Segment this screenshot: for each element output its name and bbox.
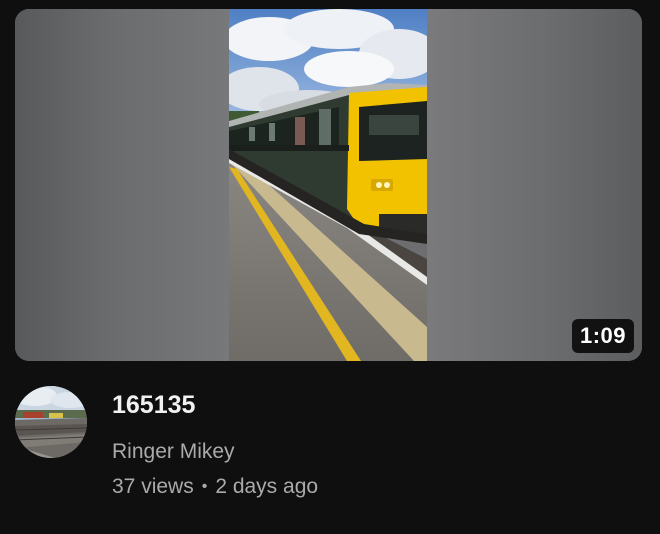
channel-avatar[interactable] (15, 386, 87, 458)
train-photo-icon (229, 9, 427, 361)
video-card[interactable]: 1:09 165135 Ringer Mikey 37 views • 2 days… (0, 0, 660, 534)
view-count: 37 views (112, 475, 194, 498)
video-thumbnail[interactable]: 1:09 (15, 9, 642, 361)
video-stats: 37 views • 2 days ago (112, 472, 632, 502)
duration-badge: 1:09 (571, 319, 634, 353)
thumbnail-blur-left (15, 9, 229, 361)
separator-dot: • (201, 478, 208, 495)
thumbnail-blur-right (427, 9, 642, 361)
channel-name[interactable]: Ringer Mikey (112, 437, 632, 467)
video-meta: 165135 Ringer Mikey 37 views • 2 days ago (112, 388, 632, 502)
video-title[interactable]: 165135 (112, 388, 632, 422)
channel-avatar-icon (15, 386, 87, 458)
upload-age: 2 days ago (215, 475, 319, 498)
